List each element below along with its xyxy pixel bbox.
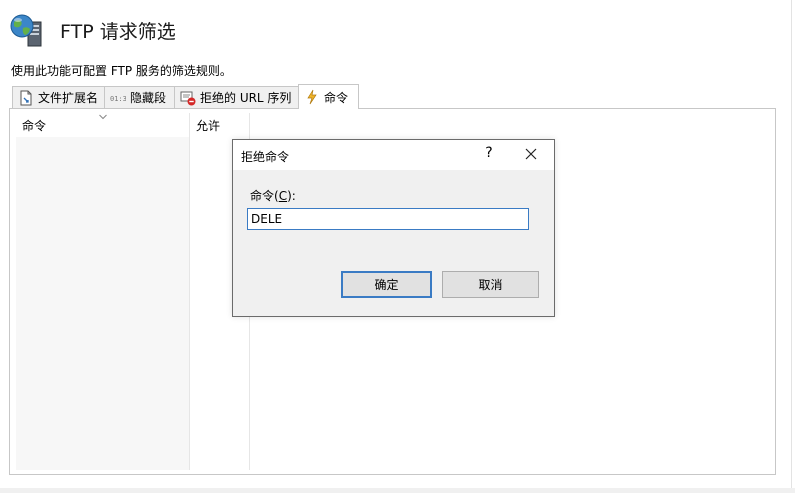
tab-denied-url-sequences[interactable]: 拒绝的 URL 序列 bbox=[174, 86, 299, 108]
hidden-segment-icon: 01:30 bbox=[110, 90, 131, 106]
tab-label: 命令 bbox=[324, 90, 349, 105]
window-border bbox=[791, 0, 792, 493]
tab-label: 隐藏段 bbox=[130, 91, 167, 105]
commands-list[interactable] bbox=[16, 137, 190, 470]
tab-label: 文件扩展名 bbox=[38, 91, 99, 105]
page-title: FTP 请求筛选 bbox=[60, 21, 176, 43]
lightning-icon bbox=[304, 89, 320, 105]
tab-file-extensions[interactable]: 文件扩展名 bbox=[12, 86, 105, 108]
label-suffix: ): bbox=[287, 189, 296, 203]
command-input[interactable] bbox=[247, 208, 529, 230]
tab-label: 拒绝的 URL 序列 bbox=[200, 91, 292, 105]
column-header-command[interactable]: 命令 bbox=[22, 117, 46, 134]
cancel-button[interactable]: 取消 bbox=[442, 271, 539, 298]
window-bottom-edge bbox=[0, 488, 795, 493]
command-field-label: 命令(C): bbox=[250, 187, 296, 204]
column-header-allow[interactable]: 允许 bbox=[196, 117, 220, 134]
svg-text:01:30: 01:30 bbox=[110, 95, 126, 103]
help-button[interactable]: ? bbox=[481, 145, 497, 161]
page-description: 使用此功能可配置 FTP 服务的筛选规则。 bbox=[11, 64, 232, 78]
label-prefix: 命令( bbox=[250, 189, 279, 203]
tab-hidden-segments[interactable]: 01:30 隐藏段 bbox=[104, 86, 175, 108]
document-icon bbox=[18, 90, 34, 106]
close-button[interactable] bbox=[519, 142, 543, 166]
ok-button[interactable]: 确定 bbox=[341, 271, 432, 298]
tab-commands[interactable]: 命令 bbox=[298, 84, 359, 109]
close-icon bbox=[525, 148, 537, 160]
sort-descending-icon bbox=[98, 110, 108, 120]
label-hotkey: C bbox=[278, 189, 288, 203]
globe-server-icon bbox=[8, 12, 44, 48]
dialog-title: 拒绝命令 bbox=[241, 150, 290, 164]
deny-command-dialog: 拒绝命令 ? 命令(C): 确定 取消 bbox=[232, 139, 555, 317]
column-divider bbox=[189, 113, 190, 470]
deny-url-icon bbox=[180, 90, 196, 106]
